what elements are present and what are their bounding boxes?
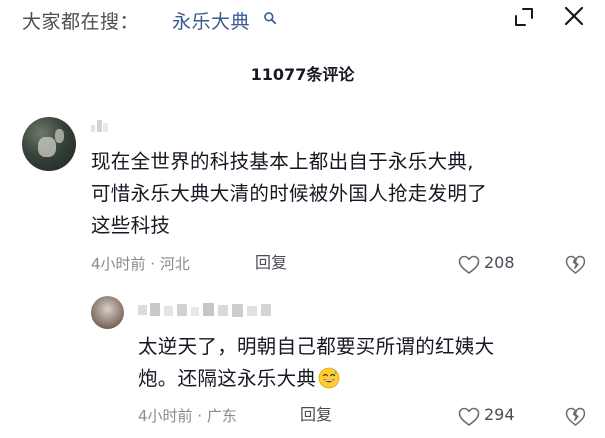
broken-heart-icon[interactable] (565, 255, 586, 275)
comment-meta: 4小时前 · 河北 (91, 255, 190, 273)
search-suggestion-prefix: 大家都在搜： (22, 11, 140, 33)
broken-heart-icon[interactable] (565, 407, 586, 427)
close-icon[interactable] (563, 5, 585, 27)
like-count: 208 (484, 253, 515, 272)
reply-button[interactable]: 回复 (300, 404, 332, 426)
search-suggestion-term[interactable]: 永乐大典 (172, 9, 250, 35)
avatar[interactable] (22, 117, 76, 171)
comment-text: 太逆天了，明朝自己都要买所谓的红姨大 炮。还隔这永乐大典 (138, 331, 578, 395)
collapse-icon[interactable] (513, 6, 535, 28)
blurred-username[interactable] (91, 118, 109, 134)
comment-meta: 4小时前 · 广东 (138, 407, 237, 425)
comment-line-text: 炮。还隔这永乐大典 (138, 367, 317, 390)
blurred-username[interactable] (138, 301, 273, 319)
comment-line: 现在全世界的科技基本上都出自于永乐大典, (91, 150, 474, 173)
search-icon[interactable] (263, 11, 277, 25)
like-count: 294 (484, 405, 515, 424)
comment-count-title: 11077条评论 (250, 65, 355, 84)
heart-icon[interactable] (458, 407, 480, 427)
comment-line: 太逆天了，明朝自己都要买所谓的红姨大 (138, 335, 495, 358)
avatar[interactable] (91, 296, 124, 329)
heart-icon[interactable] (458, 255, 480, 275)
reply-button[interactable]: 回复 (255, 252, 287, 274)
comment-line: 可惜永乐大典大清的时候被外国人抢走发明了 (91, 182, 488, 205)
sweat-smile-emoji (318, 367, 340, 389)
comment-line: 这些科技 (91, 214, 171, 237)
comment-line: 炮。还隔这永乐大典 (138, 363, 578, 395)
comment-text: 现在全世界的科技基本上都出自于永乐大典, 可惜永乐大典大清的时候被外国人抢走发明… (91, 146, 571, 242)
